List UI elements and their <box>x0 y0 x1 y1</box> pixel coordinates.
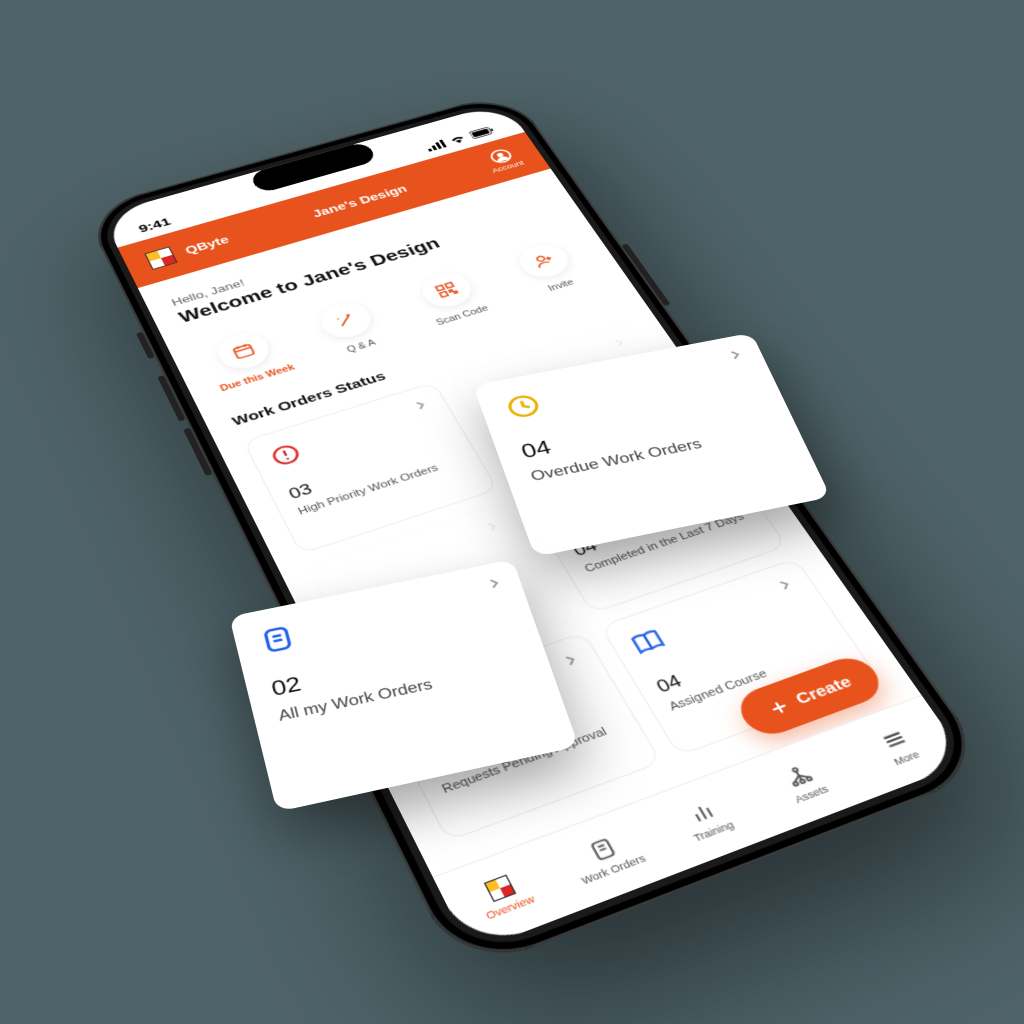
qr-icon <box>415 268 479 312</box>
wand-icon <box>314 298 378 343</box>
chevron-right-icon <box>609 336 630 350</box>
quick-due-this-week[interactable]: Due this Week <box>195 323 301 395</box>
quick-label: Q & A <box>345 339 377 355</box>
book-icon <box>626 578 805 659</box>
signal-icon <box>425 140 447 152</box>
card-assigned[interactable]: 04 Assigned Course <box>600 558 882 757</box>
app-name: QByte <box>183 234 231 257</box>
chevron-right-icon <box>559 651 583 669</box>
battery-icon <box>469 126 497 140</box>
clock: 9:41 <box>136 215 173 235</box>
account-button[interactable]: Account <box>481 146 526 175</box>
wifi-icon <box>448 134 468 146</box>
quick-label: Invite <box>547 278 576 293</box>
card-label: High Priority Work Orders <box>296 454 465 518</box>
chevron-right-icon <box>773 576 797 593</box>
card-label: Assigned Course <box>666 641 841 715</box>
quick-invite[interactable]: Invite <box>497 235 602 301</box>
quick-qa[interactable]: Q & A <box>298 293 403 363</box>
app-logo-icon <box>144 247 177 270</box>
quick-label: Scan Code <box>435 304 491 327</box>
